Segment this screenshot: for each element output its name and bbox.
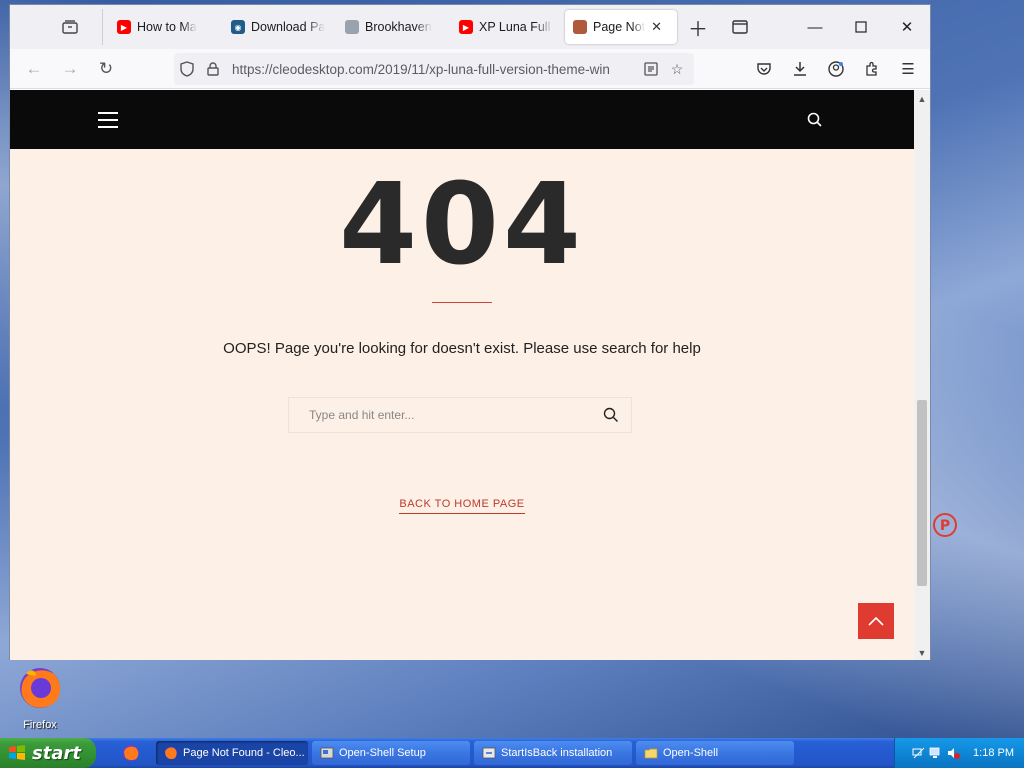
clock: 1:18 PM: [973, 747, 1014, 759]
desktop-firefox-shortcut[interactable]: Firefox: [10, 664, 70, 731]
tab-3[interactable]: ▶ XP Luna Full V: [451, 10, 561, 44]
desktop-icon-label: Firefox: [23, 719, 57, 731]
window-controls: — ✕: [792, 5, 930, 49]
image-icon: [345, 20, 359, 34]
reload-button[interactable]: ↻: [88, 53, 124, 85]
bookmark-star-icon[interactable]: ☆: [664, 53, 690, 85]
task-label: Page Not Found - Cleo...: [183, 747, 305, 759]
back-button[interactable]: ←: [16, 53, 52, 85]
taskbar-item-openshell-folder[interactable]: Open-Shell: [636, 741, 794, 765]
list-all-tabs-icon: [62, 20, 78, 34]
lock-icon[interactable]: [200, 53, 226, 85]
youtube-icon: ▶: [459, 20, 473, 34]
close-button[interactable]: ✕: [884, 5, 930, 49]
maximize-button[interactable]: [838, 5, 884, 49]
navigation-bar: ← → ↻ https://cleodesktop.com/2019/11/xp…: [10, 49, 930, 89]
firefox-icon: [20, 668, 61, 708]
start-button[interactable]: start: [0, 738, 96, 768]
error-code: 404: [339, 160, 585, 290]
tab-label: Page Not: [593, 20, 646, 34]
search-submit-button[interactable]: [591, 398, 631, 432]
taskbar: start Page Not Found - Cleo... Open-Shel…: [0, 738, 1024, 768]
network-icon[interactable]: [929, 746, 943, 760]
menu-icon[interactable]: ☰: [890, 53, 926, 85]
site-header: [10, 90, 914, 149]
svg-text:P: P: [940, 518, 950, 534]
task-label: StartIsBack installation: [501, 747, 613, 759]
tab-2[interactable]: Brookhaven: [337, 10, 447, 44]
quick-launch: [108, 744, 152, 762]
search-form: [288, 397, 632, 433]
firefox-view-button[interactable]: [725, 12, 755, 42]
tab-list-button[interactable]: [48, 5, 92, 49]
account-icon[interactable]: [818, 53, 854, 85]
windows-logo-icon: [9, 745, 25, 760]
volume-muted-icon[interactable]: [946, 746, 961, 760]
task-label: Open-Shell: [663, 747, 719, 759]
site-icon: ◉: [231, 20, 245, 34]
search-icon: [603, 407, 618, 422]
header-search-icon[interactable]: [806, 111, 824, 129]
error-message: OOPS! Page you're looking for doesn't ex…: [223, 340, 701, 357]
downloads-icon[interactable]: [782, 53, 818, 85]
tab-label: XP Luna Full V: [479, 20, 553, 34]
home-link-container: BACK TO HOME PAGE: [10, 494, 914, 514]
pinterest-icon[interactable]: P: [932, 512, 958, 538]
install-icon: [482, 747, 496, 759]
window-icon: [732, 20, 748, 34]
taskbar-item-firefox[interactable]: Page Not Found - Cleo...: [156, 741, 308, 765]
quick-launch-firefox-icon[interactable]: [122, 744, 140, 762]
extensions-icon[interactable]: [854, 53, 890, 85]
page-viewport: 404 OOPS! Page you're looking for doesn'…: [10, 90, 914, 660]
scroll-to-top-button[interactable]: [858, 603, 894, 639]
hamburger-menu-icon[interactable]: [98, 112, 118, 128]
page-scrollbar[interactable]: ▲ ▼: [914, 90, 930, 660]
search-input[interactable]: [289, 398, 591, 432]
folder-icon: [644, 748, 658, 759]
url-bar[interactable]: https://cleodesktop.com/2019/11/xp-luna-…: [174, 53, 694, 85]
reader-view-icon[interactable]: [638, 53, 664, 85]
forward-button[interactable]: →: [52, 53, 88, 85]
network-disconnected-icon[interactable]: [912, 746, 926, 760]
chevron-up-icon: [868, 616, 884, 626]
scroll-up-arrow-icon[interactable]: ▲: [914, 92, 930, 106]
system-tray: 1:18 PM: [894, 738, 1024, 768]
tab-4-active[interactable]: Page Not ✕: [565, 10, 677, 44]
scroll-down-arrow-icon[interactable]: ▼: [914, 646, 930, 660]
tab-bar: ▶ How to Ma ◉ Download Pa Brookhaven ▶ X…: [10, 5, 930, 49]
new-tab-button[interactable]: ＋: [683, 12, 713, 42]
tab-label: Download Pa: [251, 20, 325, 34]
browser-window: ▶ How to Ma ◉ Download Pa Brookhaven ▶ X…: [9, 4, 931, 660]
tab-label: How to Ma: [137, 20, 197, 34]
taskbar-item-openshell-setup[interactable]: Open-Shell Setup: [312, 741, 470, 765]
close-tab-icon[interactable]: ✕: [651, 19, 662, 35]
tray-icons: [912, 746, 963, 760]
page-icon: [573, 20, 587, 34]
maximize-icon: [855, 21, 867, 33]
taskbar-item-startisback[interactable]: StartIsBack installation: [474, 741, 632, 765]
tab-1[interactable]: ◉ Download Pa: [223, 10, 333, 44]
toolbar-right: ☰: [746, 53, 926, 85]
tracking-shield-icon[interactable]: [174, 53, 200, 85]
tab-0[interactable]: ▶ How to Ma: [109, 10, 219, 44]
pocket-icon[interactable]: [746, 53, 782, 85]
youtube-icon: ▶: [117, 20, 131, 34]
task-label: Open-Shell Setup: [339, 747, 426, 759]
tab-label: Brookhaven: [365, 20, 432, 34]
minimize-button[interactable]: —: [792, 5, 838, 49]
tab-separator: [102, 9, 103, 45]
url-text: https://cleodesktop.com/2019/11/xp-luna-…: [232, 61, 610, 77]
start-label: start: [32, 742, 81, 764]
setup-icon: [320, 747, 334, 759]
divider: [432, 302, 492, 303]
firefox-icon: [165, 747, 177, 760]
back-to-home-link[interactable]: BACK TO HOME PAGE: [399, 498, 525, 514]
scrollbar-thumb[interactable]: [917, 400, 927, 586]
